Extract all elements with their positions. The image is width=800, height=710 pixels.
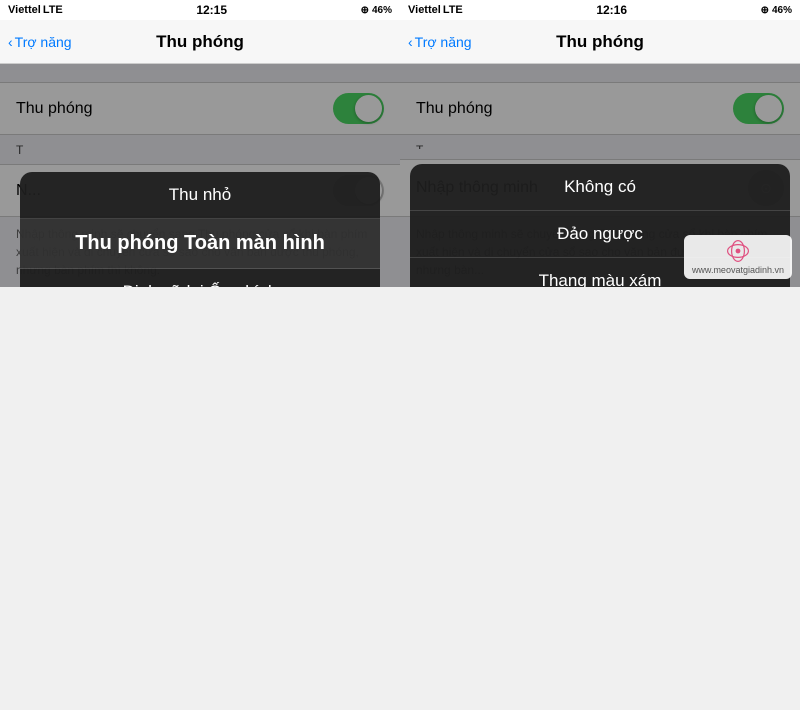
battery-icon-right: ⊕: [761, 5, 769, 16]
dropdown-item-thu-phong-toan[interactable]: Thu phóng Toàn màn hình: [20, 219, 380, 269]
status-left: Viettel LTE: [8, 4, 63, 16]
watermark-text: www.meovatgiadinh.vn: [692, 265, 784, 275]
nav-title-left: Thu phóng: [156, 32, 244, 52]
status-bar-left: Viettel LTE 12:15 ⊕ 46%: [0, 0, 400, 20]
dropdown-item-thu-nho[interactable]: Thu nhỏ: [20, 172, 380, 219]
right-panel: Viettel LTE 12:16 ⊕ 46% ‹ Trợ năng Thu p…: [400, 0, 800, 710]
watermark: www.meovatgiadinh.vn: [684, 235, 792, 279]
back-label-right: Trợ năng: [415, 34, 472, 50]
back-button-left[interactable]: ‹ Trợ năng: [8, 34, 72, 50]
nav-bar-left: ‹ Trợ năng Thu phóng: [0, 20, 400, 64]
time-left: 12:15: [196, 3, 227, 17]
watermark-logo-icon: [726, 239, 750, 263]
carrier-left: Viettel: [8, 4, 41, 16]
network-left: LTE: [43, 4, 63, 16]
back-chevron-left: ‹: [8, 34, 13, 50]
back-label-left: Trợ năng: [15, 34, 72, 50]
content-area-left: Thu phóng Thi...• Đ... ke... Thu nhỏ Thu…: [0, 64, 400, 287]
network-right: LTE: [443, 4, 463, 16]
content-area-right: Thu phóng Thi...• xu... ke... Không có Đ…: [400, 64, 800, 287]
back-button-right[interactable]: ‹ Trợ năng: [408, 34, 472, 50]
status-right-right: ⊕ 46%: [761, 5, 792, 16]
left-panel: Viettel LTE 12:15 ⊕ 46% ‹ Trợ năng Thu p…: [0, 0, 400, 710]
status-left-right: Viettel LTE: [408, 4, 463, 16]
battery-icon-left: ⊕: [361, 5, 369, 16]
dropdown-item-dinh-co-lai[interactable]: Định cỡ lại Ống kính: [20, 269, 380, 287]
status-right-left: ⊕ 46%: [361, 5, 392, 16]
nav-bar-right: ‹ Trợ năng Thu phóng: [400, 20, 800, 64]
status-bar-right: Viettel LTE 12:16 ⊕ 46%: [400, 0, 800, 20]
dropdown-item-khong-co[interactable]: Không có: [410, 164, 790, 211]
battery-right: 46%: [772, 5, 792, 16]
battery-left: 46%: [372, 5, 392, 16]
nav-title-right: Thu phóng: [556, 32, 644, 52]
carrier-right: Viettel: [408, 4, 441, 16]
time-right: 12:16: [596, 3, 627, 17]
dropdown-left[interactable]: Thu nhỏ Thu phóng Toàn màn hình Định cỡ …: [20, 172, 380, 287]
back-chevron-right: ‹: [408, 34, 413, 50]
